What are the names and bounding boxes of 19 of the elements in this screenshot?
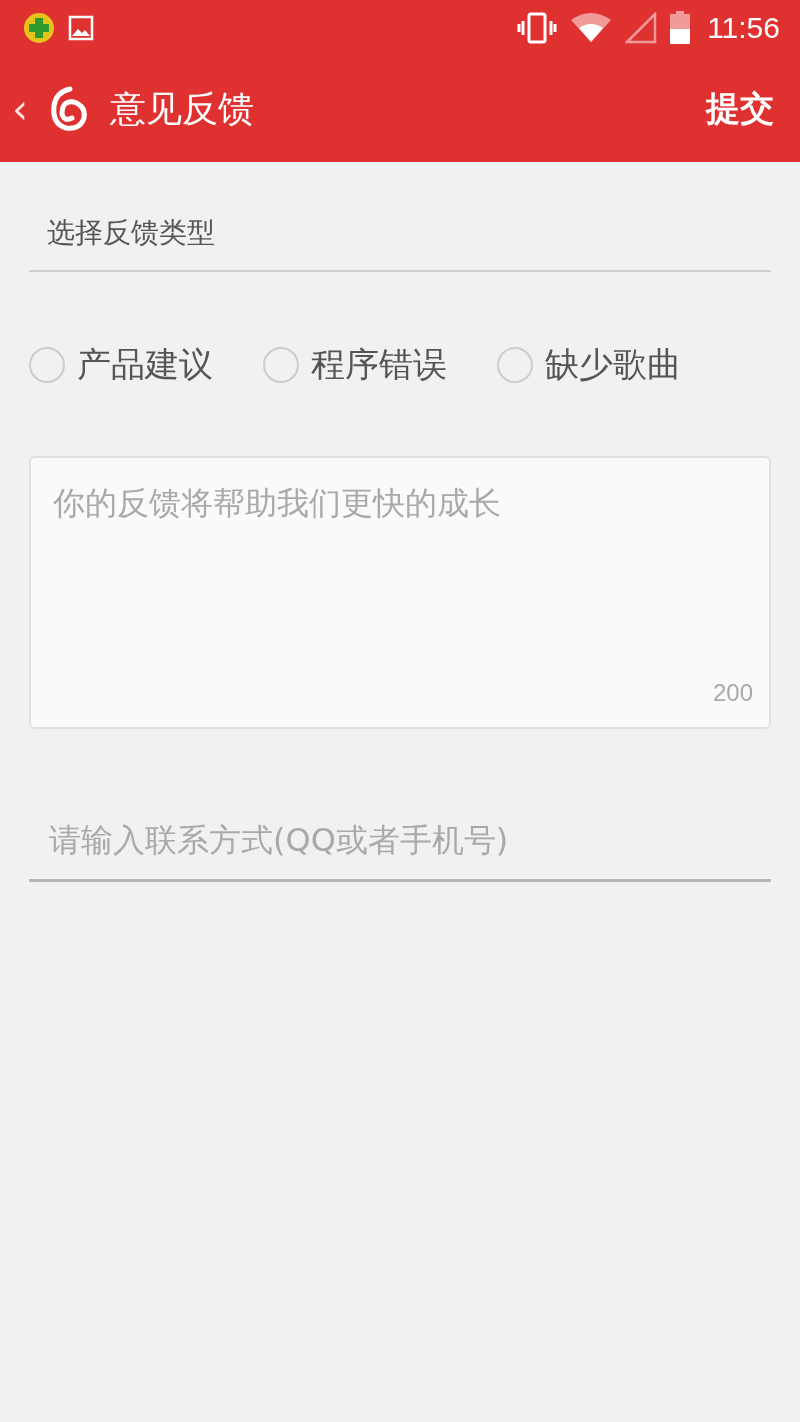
page-title: 意见反馈 — [110, 86, 254, 131]
wifi-icon — [569, 12, 614, 44]
feedback-type-label: 选择反馈类型 — [29, 214, 771, 272]
vibrate-icon — [517, 12, 558, 44]
radio-circle[interactable] — [29, 347, 65, 383]
radio-option[interactable]: 缺少歌曲 — [497, 342, 681, 388]
radio-circle[interactable] — [497, 347, 533, 383]
signal-icon — [625, 12, 658, 44]
radio-option[interactable]: 产品建议 — [29, 342, 213, 388]
radio-circle[interactable] — [263, 347, 299, 383]
radio-option[interactable]: 程序错误 — [263, 342, 447, 388]
battery-icon — [669, 11, 692, 45]
image-icon — [68, 15, 94, 41]
char-counter: 200 — [712, 679, 753, 707]
security-app-icon — [22, 11, 56, 45]
submit-button[interactable]: 提交 — [706, 86, 774, 132]
back-button[interactable]: ‹ — [6, 86, 34, 132]
contact-field[interactable]: 请输入联系方式(QQ或者手机号) — [29, 809, 771, 882]
status-time: 11:56 — [707, 11, 780, 45]
